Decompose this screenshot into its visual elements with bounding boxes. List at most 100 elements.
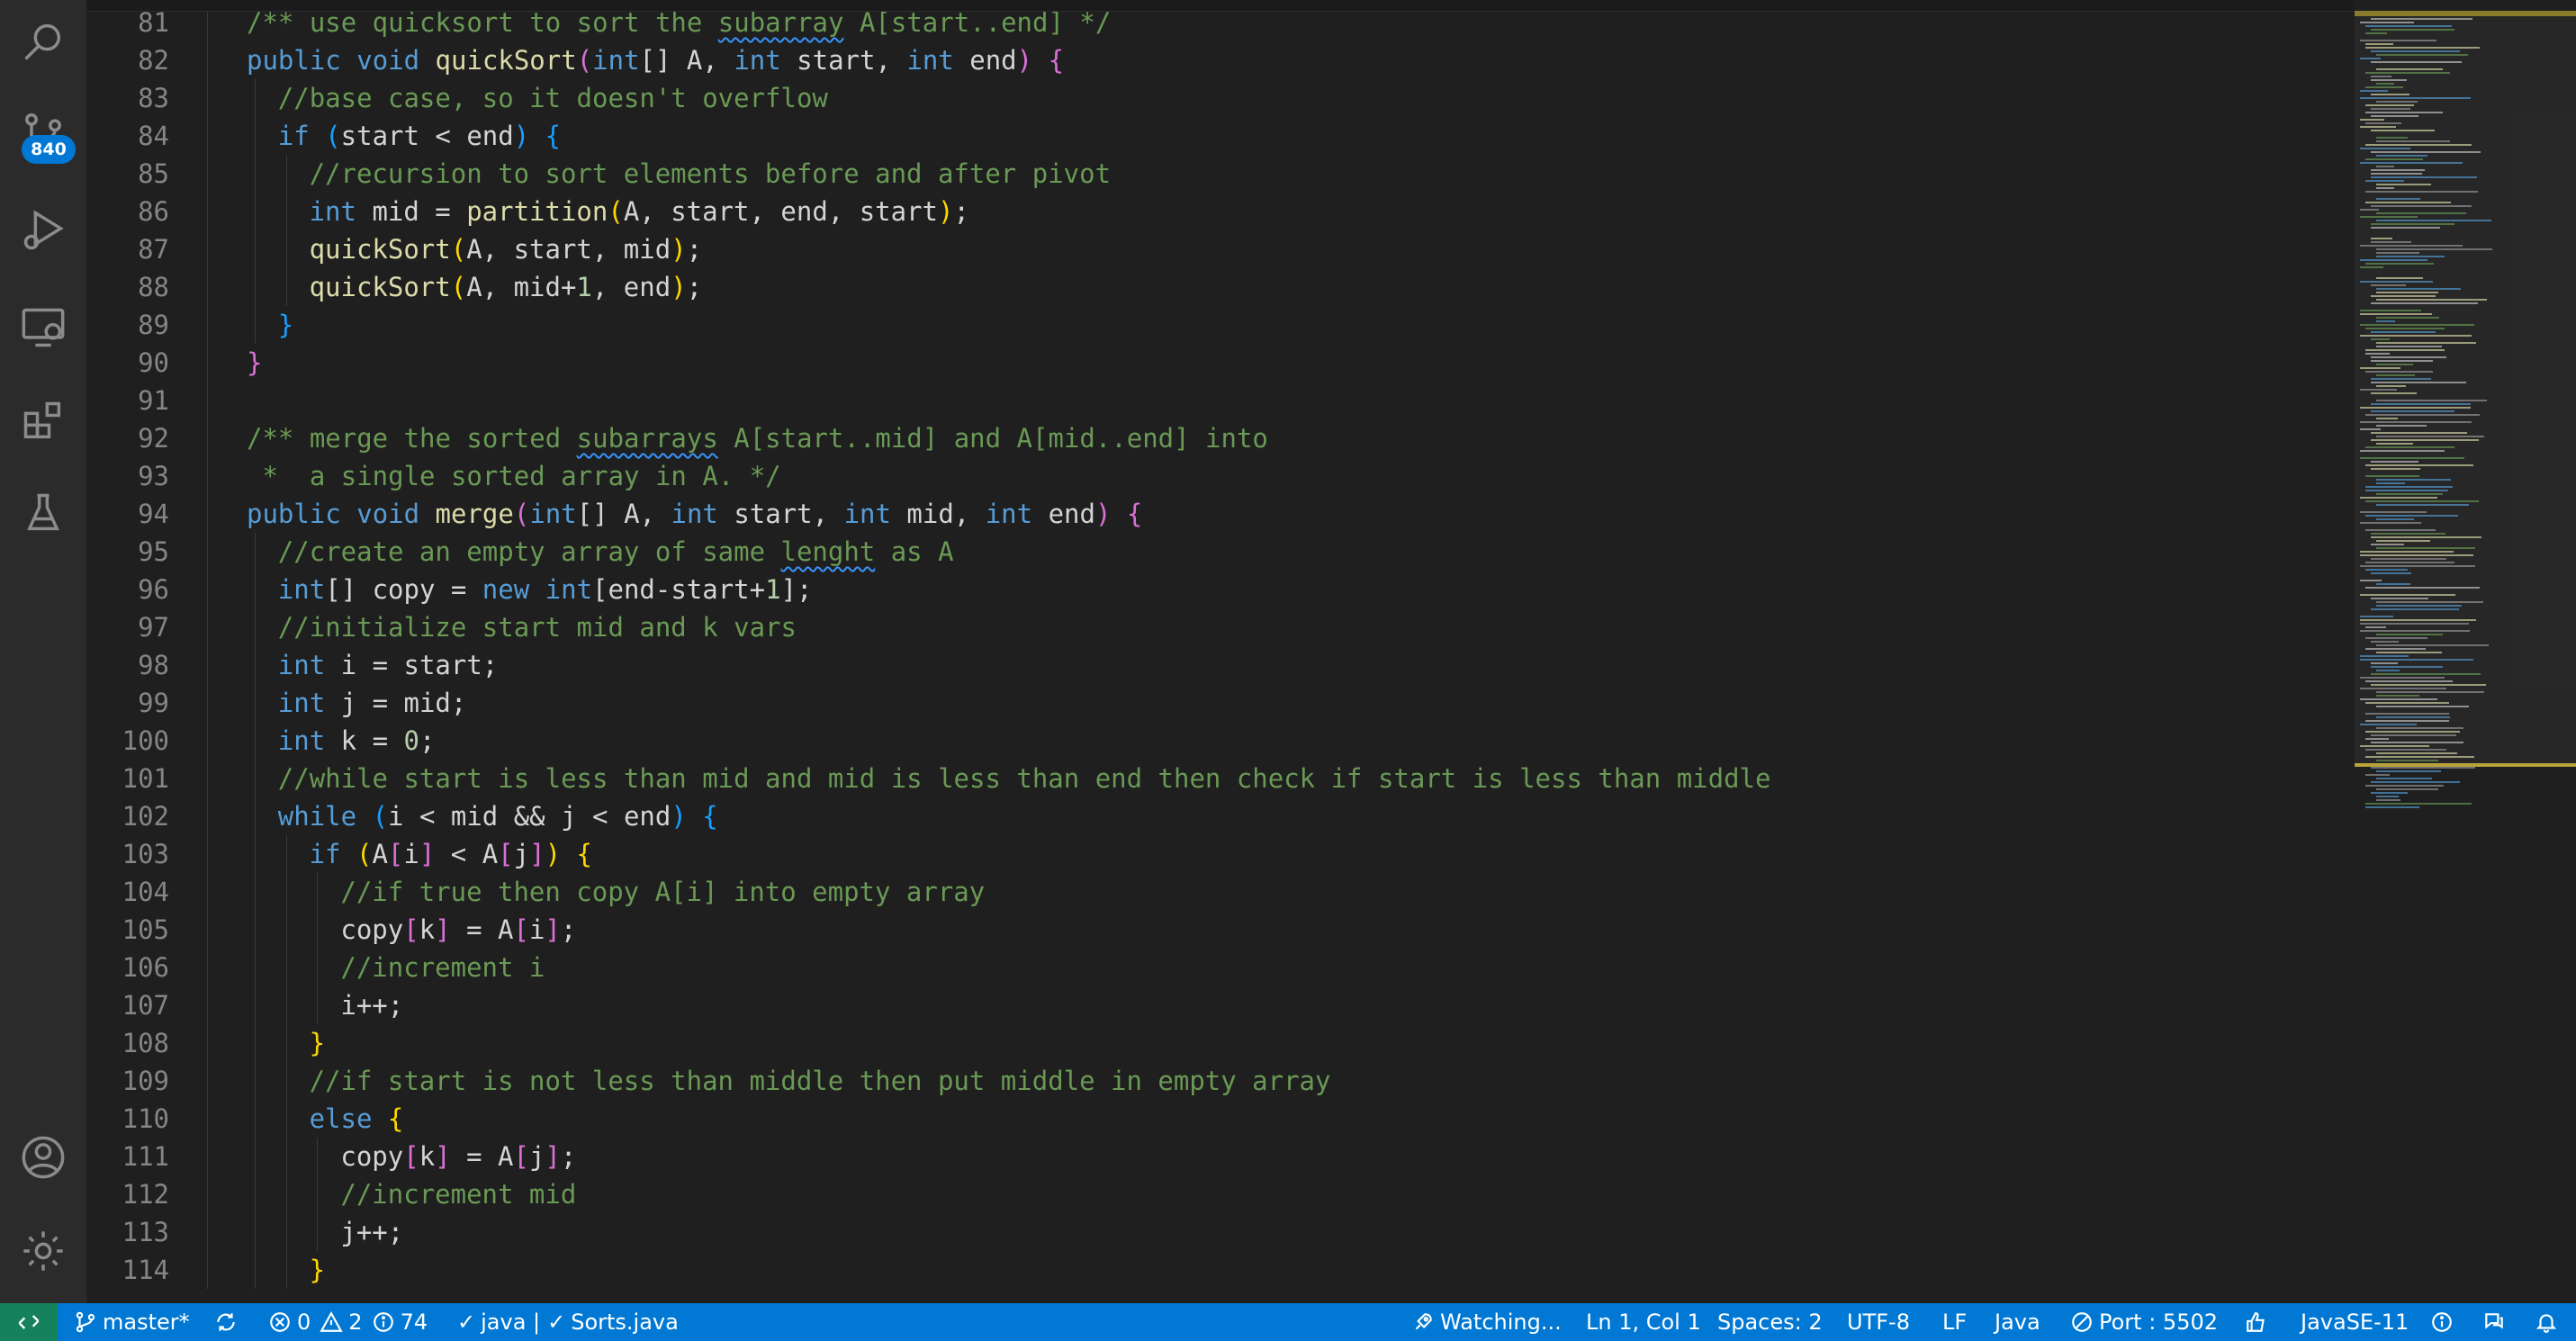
code-text: } [310, 1251, 325, 1289]
code-line[interactable]: 89} [86, 306, 2337, 344]
code-text: //while start is less than mid and mid i… [278, 760, 1771, 797]
remote-explorer-icon[interactable] [16, 301, 70, 355]
minimap-line [2360, 457, 2464, 459]
minimap-line [2371, 169, 2425, 171]
code-line[interactable]: 109 //if start is not less than middle th… [86, 1062, 2337, 1100]
code-token: public [247, 45, 341, 76]
code-line[interactable]: 114} [86, 1251, 2337, 1289]
line-number: 96 [138, 574, 169, 605]
code-text: copy[k] = A[j]; [340, 1138, 576, 1175]
extensions-icon[interactable] [16, 394, 70, 448]
code-text: while (i < mid && j < end) { [278, 797, 718, 835]
block-icon [2072, 1312, 2092, 1332]
minimap-line [2360, 58, 2381, 59]
minimap-line [2376, 385, 2406, 387]
code-line[interactable]: 83 //base case, so it doesn't overflow [86, 79, 2337, 117]
minimap-line [2371, 227, 2440, 229]
branch-status[interactable]: master* [74, 1303, 190, 1341]
code-line[interactable]: 104 //if true then copy A[i] into empty a… [86, 873, 2337, 911]
code-line[interactable]: 92 /** merge the sorted subarrays A[start… [86, 419, 2337, 457]
indentation-status[interactable]: Spaces: 2 [1717, 1303, 1823, 1341]
code-line[interactable]: 87 quickSort(A, start, mid); [86, 230, 2337, 268]
notifications-button[interactable] [2535, 1303, 2563, 1341]
indent-guide [285, 1024, 287, 1062]
code-line[interactable]: 108} [86, 1024, 2337, 1062]
encoding-status[interactable]: UTF-8 [1847, 1303, 1910, 1341]
code-token: start < end [340, 121, 514, 151]
indent-guide [317, 1138, 319, 1175]
account-icon[interactable] [16, 1130, 70, 1184]
code-line[interactable]: 112 //increment mid [86, 1175, 2337, 1213]
line-number: 91 [138, 385, 169, 416]
code-line[interactable]: 84 if (start < end) { [86, 117, 2337, 155]
port-status[interactable]: Port : 5502 [2070, 1303, 2218, 1341]
java-status[interactable]: ✓ java | ✓ Sorts.java [457, 1303, 679, 1341]
code-line[interactable]: 96 int[] copy = new int[end-start+1]; [86, 571, 2337, 608]
minimap-line [2376, 652, 2442, 653]
code-line[interactable]: 86 int mid = partition(A, start, end, sta… [86, 193, 2337, 230]
code-line[interactable]: 94 public void merge(int[] A, int start, … [86, 495, 2337, 533]
code-token: [ [403, 1141, 419, 1172]
problems-status[interactable]: 0 2 74 [268, 1303, 428, 1341]
code-line[interactable]: 105 copy[k] = A[i]; [86, 911, 2337, 949]
code-line[interactable]: 95 //create an empty array of same lenght… [86, 533, 2337, 571]
minimap[interactable] [2355, 0, 2576, 1303]
indent-guide [207, 1100, 208, 1138]
code-line[interactable]: 82 public void quickSort(int[] A, int sta… [86, 41, 2337, 79]
code-line[interactable]: 98 int i = start; [86, 646, 2337, 684]
code-line[interactable]: 91 [86, 382, 2337, 419]
code-line[interactable]: 107 i++; [86, 986, 2337, 1024]
code-line[interactable]: 101 //while start is less than mid and mi… [86, 760, 2337, 797]
feedback-chat-button[interactable] [2482, 1303, 2511, 1341]
code-line[interactable]: 102 while (i < mid && j < end) { [86, 797, 2337, 835]
code-token: 1 [576, 272, 592, 302]
minimap-line [2376, 691, 2484, 693]
code-line[interactable]: 111 copy[k] = A[j]; [86, 1138, 2337, 1175]
minimap-line [2376, 256, 2445, 257]
minimap-line [2371, 608, 2459, 610]
line-number: 103 [122, 839, 169, 869]
code-line[interactable]: 103 if (A[i] < A[j]) { [86, 835, 2337, 873]
code-line[interactable]: 97 //initialize start mid and k vars [86, 608, 2337, 646]
minimap-line [2360, 659, 2473, 661]
code-token: } [309, 1028, 326, 1058]
remote-button[interactable] [0, 1303, 58, 1341]
sync-button[interactable] [214, 1303, 243, 1341]
code-line[interactable]: 90} [86, 344, 2337, 382]
code-token: } [309, 1255, 326, 1285]
testing-icon[interactable] [16, 486, 70, 540]
info-button[interactable] [2430, 1303, 2459, 1341]
code-line[interactable]: 93 * a single sorted array in A. */ [86, 457, 2337, 495]
code-text: //recursion to sort elements before and … [310, 155, 1111, 193]
code-line[interactable]: 100 int k = 0; [86, 722, 2337, 760]
minimap-line [2360, 580, 2382, 581]
code-editor[interactable]: 81/** use quicksort to sort the subarray… [86, 0, 2576, 1303]
code-line[interactable]: 85 //recursion to sort elements before an… [86, 155, 2337, 193]
code-token: = A [450, 914, 514, 945]
code-line[interactable]: 110 else { [86, 1100, 2337, 1138]
code-token: A, start, end, start [623, 196, 939, 227]
eol-status[interactable]: LF [1942, 1303, 1967, 1341]
indent-guide [207, 495, 208, 533]
indent-guide [207, 306, 208, 344]
code-line[interactable]: 106 //increment i [86, 949, 2337, 986]
minimap-line [2371, 76, 2391, 77]
code-line[interactable]: 113 j++; [86, 1213, 2337, 1251]
java-runtime-status[interactable]: JavaSE-11 [2301, 1303, 2409, 1341]
code-token: if [277, 121, 310, 151]
cursor-position[interactable]: Ln 1, Col 1 [1586, 1303, 1701, 1341]
code-line[interactable]: 88 quickSort(A, mid+1, end); [86, 268, 2337, 306]
code-line[interactable]: 99 int j = mid; [86, 684, 2337, 722]
code-text: int[] copy = new int[end-start+1]; [278, 571, 813, 608]
line-number: 87 [138, 234, 169, 265]
language-mode[interactable]: Java [1995, 1303, 2040, 1341]
minimap-line [2376, 796, 2399, 797]
search-icon[interactable] [16, 14, 70, 68]
live-server-status[interactable]: Watching... [1411, 1303, 1562, 1341]
settings-gear-icon[interactable] [16, 1224, 70, 1278]
info-icon [373, 1312, 393, 1332]
feedback-button[interactable] [2245, 1303, 2274, 1341]
code-token: [ [513, 914, 529, 945]
run-debug-icon[interactable] [16, 203, 70, 257]
